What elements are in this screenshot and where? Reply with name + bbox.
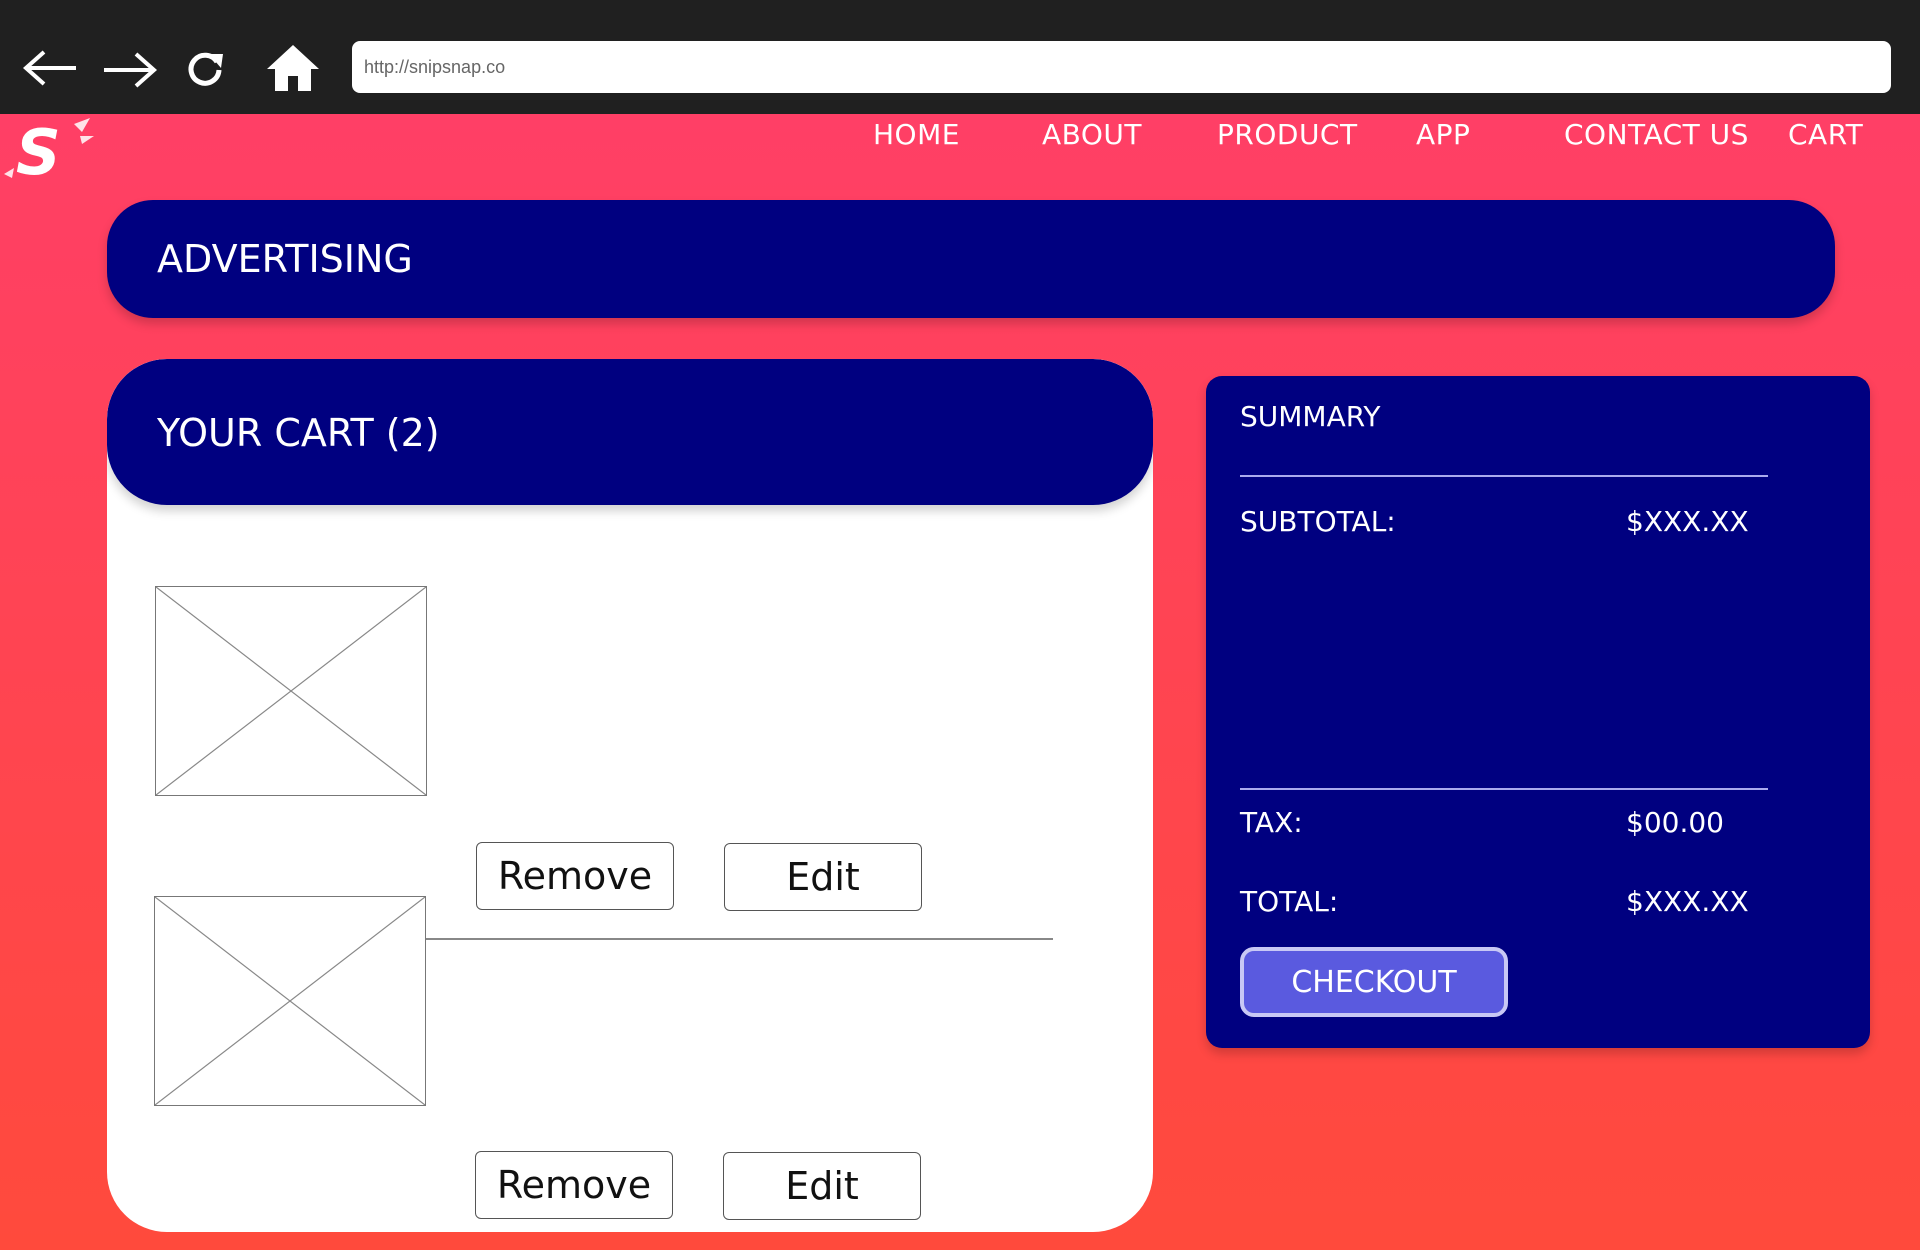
nav-app[interactable]: APP: [1416, 118, 1470, 151]
summary-divider: [1240, 475, 1768, 477]
arrow-right-icon: [104, 52, 158, 88]
browser-toolbar: [0, 0, 1920, 114]
back-button[interactable]: [16, 36, 86, 100]
total-value: $XXX.XX: [1626, 885, 1749, 918]
summary-title: SUMMARY: [1240, 400, 1381, 433]
remove-button[interactable]: Remove: [476, 842, 674, 910]
reload-icon: [188, 52, 223, 86]
nav-contact-us[interactable]: CONTACT US: [1564, 118, 1749, 151]
summary-panel: SUMMARY SUBTOTAL: $XXX.XX TAX: $00.00 TO…: [1206, 376, 1870, 1048]
advertising-banner[interactable]: ADVERTISING: [107, 200, 1835, 318]
url-bar[interactable]: [352, 41, 1891, 93]
cart-panel: YOUR CART (2) Remove Edit Remove Edit: [107, 359, 1153, 1232]
edit-button[interactable]: Edit: [723, 1152, 921, 1220]
home-button[interactable]: [258, 36, 328, 100]
product-image-placeholder: [154, 896, 426, 1106]
remove-button[interactable]: Remove: [475, 1151, 673, 1219]
checkout-button[interactable]: CHECKOUT: [1240, 947, 1508, 1017]
home-icon: [267, 45, 319, 91]
total-label: TOTAL:: [1240, 885, 1339, 918]
advertising-label: ADVERTISING: [157, 237, 413, 281]
cart-header: YOUR CART (2): [107, 359, 1153, 505]
tax-value: $00.00: [1626, 806, 1724, 839]
tax-label: TAX:: [1240, 806, 1303, 839]
forward-button[interactable]: [94, 36, 164, 100]
subtotal-label: SUBTOTAL:: [1240, 505, 1396, 538]
main-nav: HOME ABOUT PRODUCT APP CONTACT US CART: [0, 114, 1920, 178]
nav-cart[interactable]: CART: [1788, 118, 1863, 151]
subtotal-value: $XXX.XX: [1626, 505, 1749, 538]
arrow-left-icon: [22, 50, 76, 86]
nav-about[interactable]: ABOUT: [1042, 118, 1142, 151]
nav-home[interactable]: HOME: [873, 118, 960, 151]
product-image-placeholder: [155, 586, 427, 796]
summary-divider: [1240, 788, 1768, 790]
cart-title: YOUR CART (2): [157, 411, 440, 455]
nav-product[interactable]: PRODUCT: [1217, 118, 1358, 151]
reload-button[interactable]: [170, 36, 240, 100]
edit-button[interactable]: Edit: [724, 843, 922, 911]
web-page: S HOME ABOUT PRODUCT APP CONTACT US CART…: [0, 114, 1920, 1250]
